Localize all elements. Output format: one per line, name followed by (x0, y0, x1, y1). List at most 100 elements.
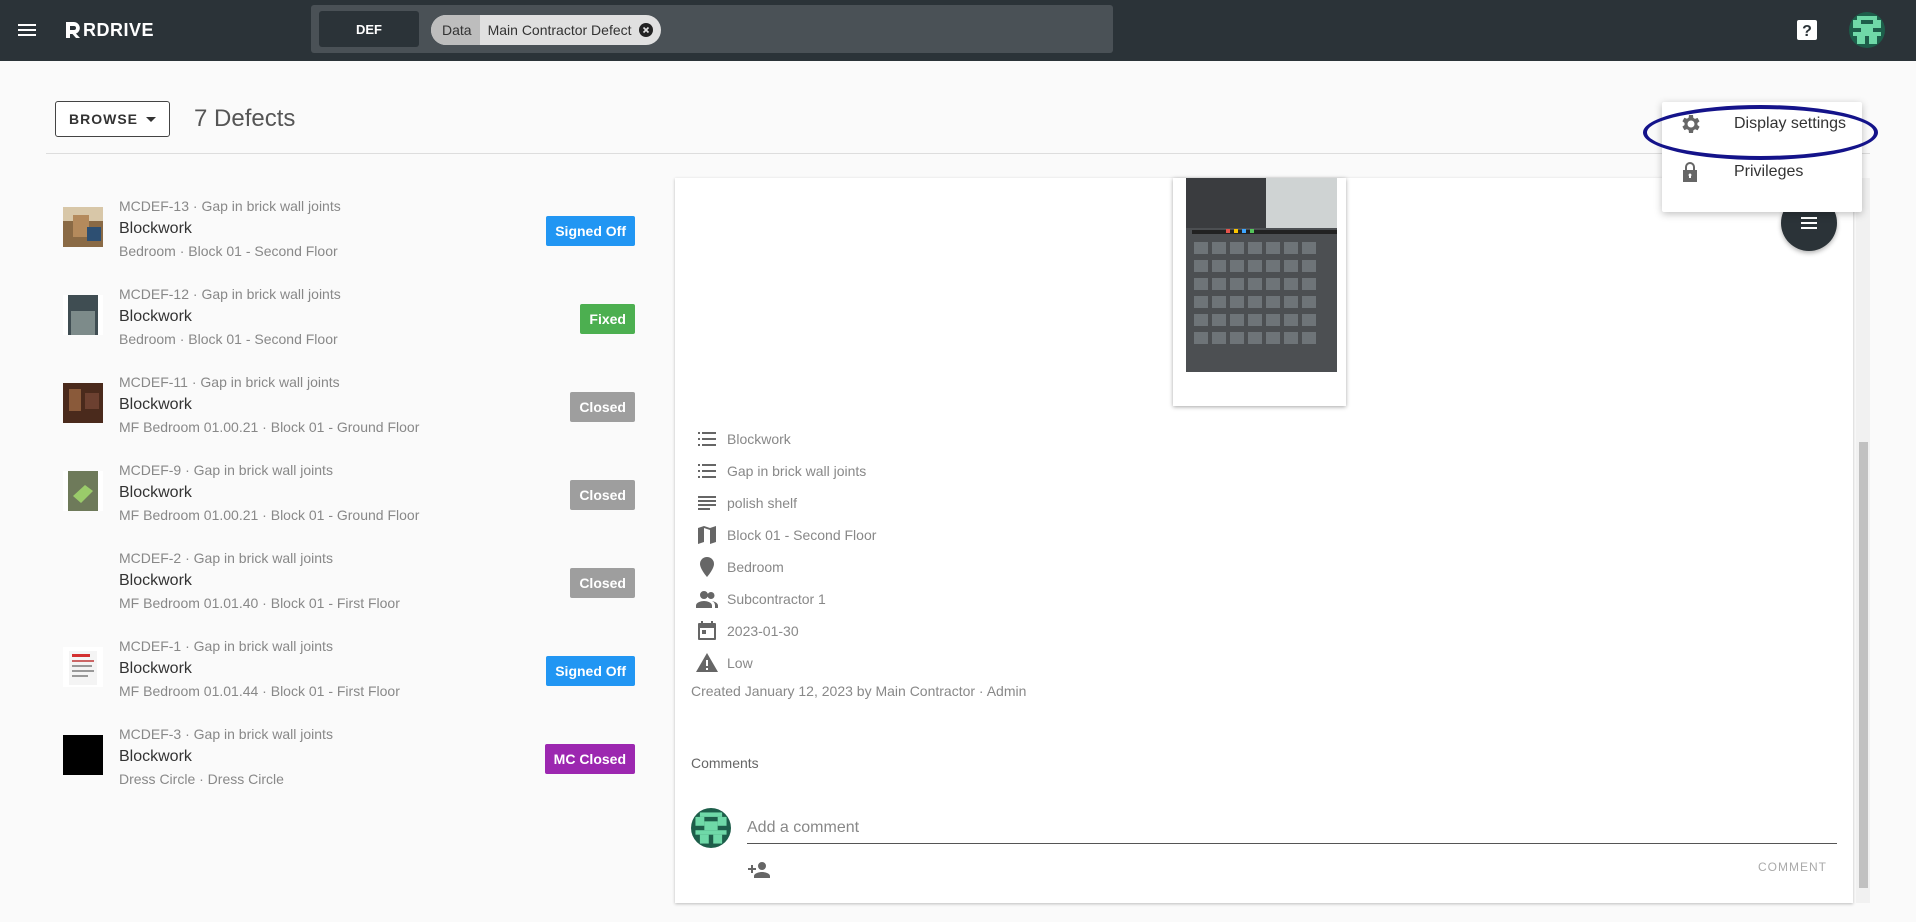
property-value: Block 01 - Second Floor (727, 527, 877, 543)
warning-icon (696, 653, 718, 672)
list-item[interactable]: MCDEF-1 · Gap in brick wall joints Block… (46, 628, 646, 716)
map-icon (698, 526, 716, 544)
status-badge: Signed Off (546, 216, 635, 246)
property-assignee: Subcontractor 1 (695, 583, 876, 615)
comment-button[interactable]: COMMENT (1758, 860, 1827, 874)
defect-location: Bedroom · Block 01 - Second Floor (119, 243, 338, 259)
defect-ref: MCDEF-12 · Gap in brick wall joints (119, 286, 341, 302)
help-icon[interactable]: ? (1795, 18, 1819, 42)
property-value: 2023-01-30 (727, 623, 799, 639)
defect-title: Blockwork (119, 572, 192, 589)
property-value: Low (727, 655, 753, 671)
lock-icon (1683, 162, 1697, 182)
add-person-icon[interactable] (747, 858, 771, 882)
logo-text: RDRIVE (83, 19, 155, 40)
list-item[interactable]: MCDEF-11 · Gap in brick wall joints Bloc… (46, 364, 646, 452)
property-value: Gap in brick wall joints (727, 463, 867, 479)
filter-chip[interactable]: Data Main Contractor Defect (431, 15, 661, 45)
defect-location: MF Bedroom 01.00.21 · Block 01 - Ground … (119, 507, 420, 523)
filter-chip-key: Data (431, 15, 480, 45)
status-badge: Closed (570, 480, 635, 510)
defect-ref: MCDEF-13 · Gap in brick wall joints (119, 198, 341, 214)
defect-location: MF Bedroom 01.01.40 · Block 01 - First F… (119, 595, 400, 611)
property-room: Bedroom (695, 551, 876, 583)
list-item[interactable]: MCDEF-9 · Gap in brick wall joints Block… (46, 452, 646, 540)
scrollbar[interactable] (1856, 178, 1870, 903)
top-app-bar: RDRIVE DEF Data Main Contractor Defect ? (0, 0, 1916, 61)
property-due-date: 2023-01-30 (695, 615, 876, 647)
list-item[interactable]: MCDEF-13 · Gap in brick wall joints Bloc… (46, 188, 646, 276)
defect-title: Blockwork (119, 396, 192, 413)
defect-list: MCDEF-13 · Gap in brick wall joints Bloc… (46, 188, 646, 804)
app-logo[interactable]: RDRIVE (64, 17, 154, 43)
defect-title: Blockwork (119, 660, 192, 677)
list-icon (698, 432, 716, 446)
comment-placeholder: Add a comment (747, 818, 860, 836)
list-item[interactable]: MCDEF-2 · Gap in brick wall joints Block… (46, 540, 646, 628)
commenter-avatar (691, 808, 731, 848)
status-badge: Closed (570, 392, 635, 422)
people-icon (696, 591, 718, 608)
photo-image (1186, 178, 1337, 372)
defect-ref: MCDEF-9 · Gap in brick wall joints (119, 462, 333, 478)
menu-lines-icon (1801, 217, 1817, 229)
defect-ref: MCDEF-3 · Gap in brick wall joints (119, 726, 333, 742)
chip-remove-icon[interactable] (638, 22, 654, 38)
defect-photo[interactable] (1173, 178, 1346, 406)
list-icon (698, 464, 716, 478)
menu-item-privileges[interactable]: Privileges (1662, 150, 1862, 194)
defect-detail-panel: Blockwork Gap in brick wall joints polis… (675, 178, 1853, 903)
property-description: polish shelf (695, 487, 876, 519)
user-avatar[interactable] (1849, 12, 1885, 48)
property-value: polish shelf (727, 495, 798, 511)
defect-title: Blockwork (119, 308, 192, 325)
menu-item-display-settings[interactable]: Display settings (1662, 102, 1862, 146)
menu-item-label: Privileges (1734, 163, 1804, 180)
calendar-icon (698, 621, 716, 640)
defect-title: Blockwork (119, 484, 192, 501)
list-item[interactable]: MCDEF-12 · Gap in brick wall joints Bloc… (46, 276, 646, 364)
location-pin-icon (700, 557, 714, 577)
defect-properties: Blockwork Gap in brick wall joints polis… (695, 423, 876, 679)
defect-ref: MCDEF-2 · Gap in brick wall joints (119, 550, 333, 566)
logo-mark-icon (66, 22, 80, 38)
avatar-identicon-icon (1849, 12, 1885, 48)
property-value: Bedroom (727, 559, 784, 575)
status-badge: Fixed (580, 304, 635, 334)
property-value: Subcontractor 1 (727, 591, 826, 607)
defect-thumbnail (63, 207, 103, 247)
defect-location: Dress Circle · Dress Circle (119, 771, 284, 787)
filter-chip-value: Main Contractor Defect (487, 22, 632, 38)
status-badge: Closed (570, 568, 635, 598)
comment-input[interactable]: Add a comment (747, 812, 1837, 844)
scrollbar-thumb[interactable] (1859, 442, 1868, 888)
menu-item-label: Display settings (1734, 115, 1847, 132)
list-item[interactable]: MCDEF-3 · Gap in brick wall joints Block… (46, 716, 646, 804)
menu-icon[interactable] (15, 18, 39, 42)
gear-icon (1682, 115, 1700, 133)
browse-button[interactable]: BROWSE (55, 101, 170, 137)
defect-thumbnail (63, 647, 103, 687)
defect-title: Blockwork (119, 220, 192, 237)
svg-text:?: ? (1802, 23, 1812, 40)
defect-thumbnail (63, 735, 103, 775)
status-badge: MC Closed (544, 744, 635, 774)
property-priority: Low (695, 647, 876, 679)
project-code-button[interactable]: DEF (319, 11, 419, 47)
search-filter-bar[interactable]: DEF Data Main Contractor Defect (311, 5, 1113, 53)
property-value: Blockwork (727, 431, 791, 447)
property-category: Blockwork (695, 423, 876, 455)
created-info: Created January 12, 2023 by Main Contrac… (691, 683, 1027, 699)
page-title: 7 Defects (194, 105, 296, 132)
property-type: Gap in brick wall joints (695, 455, 876, 487)
status-badge: Signed Off (546, 656, 635, 686)
defect-title: Blockwork (119, 748, 192, 765)
defect-location: MF Bedroom 01.01.44 · Block 01 - First F… (119, 683, 400, 699)
defect-thumbnail (63, 471, 103, 511)
property-floor: Block 01 - Second Floor (695, 519, 876, 551)
comments-heading: Comments (691, 755, 759, 771)
caret-down-icon (146, 116, 156, 122)
avatar-identicon-icon (691, 808, 731, 848)
defect-ref: MCDEF-11 · Gap in brick wall joints (119, 374, 340, 390)
notes-icon (698, 496, 716, 510)
